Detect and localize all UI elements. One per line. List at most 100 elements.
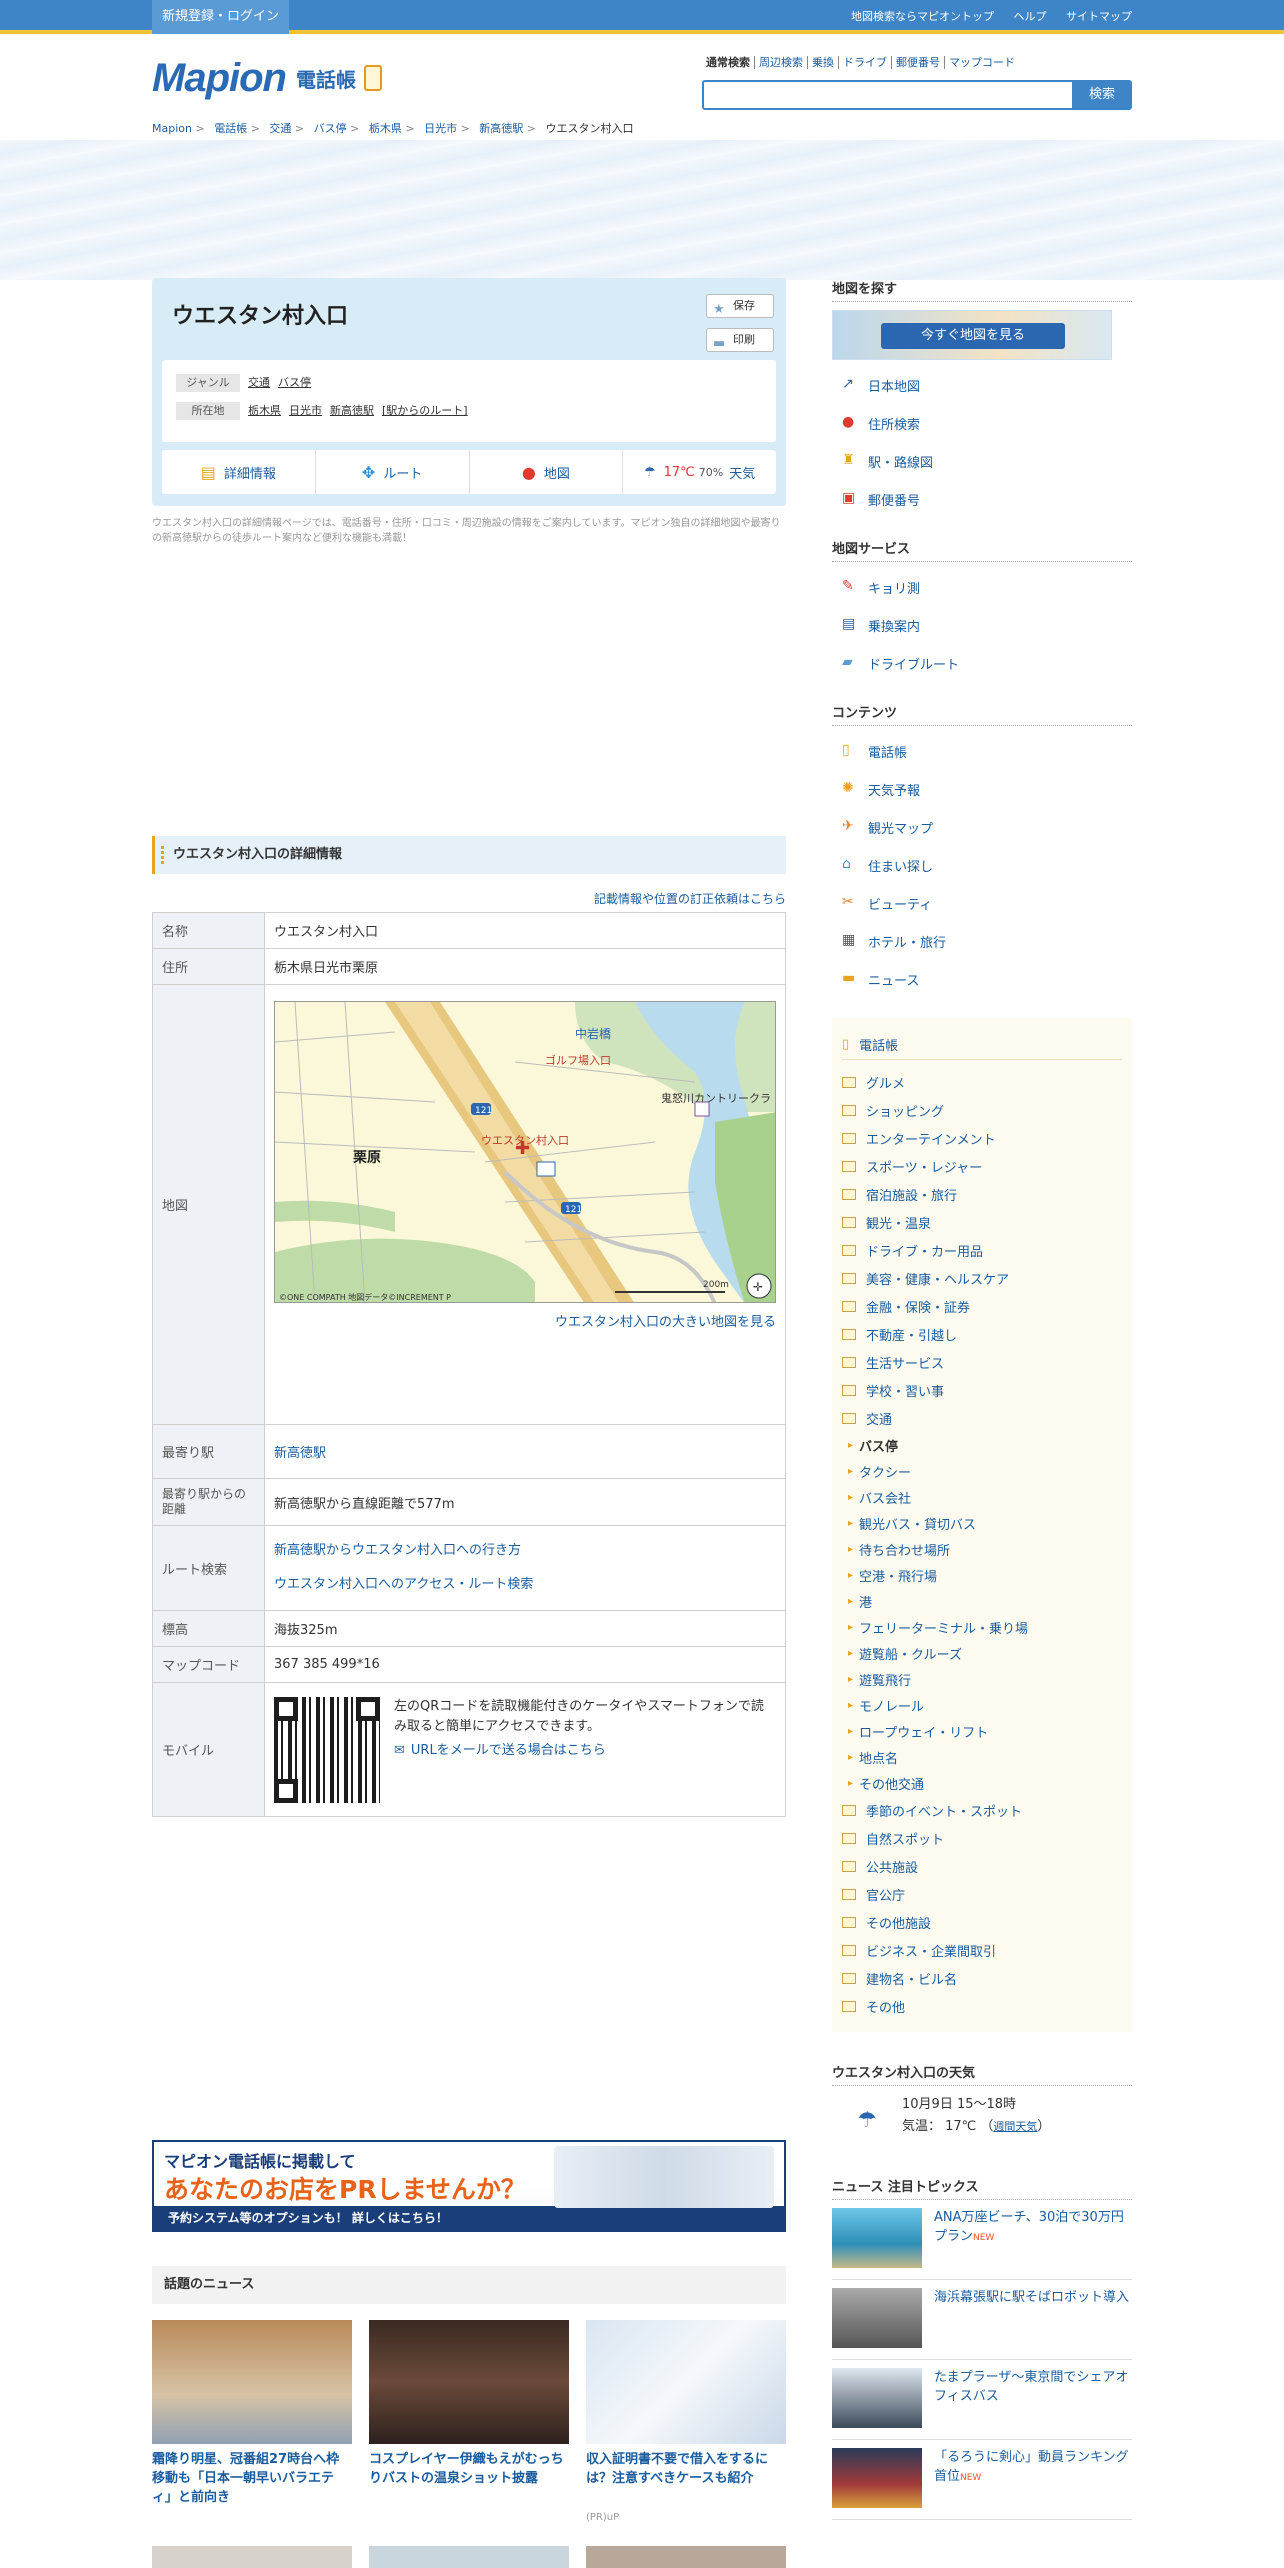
- category-item[interactable]: 不動産・引越し: [842, 1320, 1122, 1348]
- topic-item[interactable]: たまプラーザ〜東京間でシェアオフィスバス: [832, 2360, 1132, 2440]
- search-tab-nearby[interactable]: 周辺検索: [755, 56, 808, 69]
- category-item[interactable]: 観光・温泉: [842, 1208, 1122, 1236]
- top-link-help[interactable]: ヘルプ: [1014, 10, 1047, 23]
- search-button[interactable]: 検索: [1072, 80, 1132, 110]
- open-map-button[interactable]: 今すぐ地図を見る: [832, 310, 1112, 360]
- search-tab-mapcode[interactable]: マップコード: [945, 56, 1019, 69]
- category-item[interactable]: 交通: [842, 1404, 1122, 1432]
- map-image[interactable]: 中岩橋 ゴルフ場入口 鬼怒川カントリークラ 栗原 ウエスタン村入口 121 12…: [274, 1001, 776, 1303]
- genre-link[interactable]: 交通: [248, 376, 270, 389]
- menu-map[interactable]: ● 地図: [468, 450, 623, 494]
- category-item[interactable]: 季節のイベント・スポット: [842, 1796, 1122, 1824]
- subcategory-item[interactable]: 遊覧船・クルーズ: [842, 1640, 1122, 1666]
- print-button[interactable]: ▬ 印刷: [706, 328, 774, 352]
- subcategory-item[interactable]: モノレール: [842, 1692, 1122, 1718]
- breadcrumb-item[interactable]: バス停: [314, 122, 347, 135]
- breadcrumb-item[interactable]: Mapion: [152, 122, 192, 135]
- category-item[interactable]: 公共施設: [842, 1852, 1122, 1880]
- category-item[interactable]: 生活サービス: [842, 1348, 1122, 1376]
- transfer-link[interactable]: ▤ 乗換案内: [842, 616, 992, 654]
- save-button[interactable]: ★ 保存: [706, 294, 774, 318]
- topic-item[interactable]: 「るろうに剣心」動員ランキング首位NEW: [832, 2440, 1132, 2520]
- search-tab-normal[interactable]: 通常検索: [702, 56, 755, 69]
- japan-map-link[interactable]: ↗ 日本地図: [842, 376, 992, 414]
- large-map-link[interactable]: ウエスタン村入口の大きい地図を見る: [555, 1315, 776, 1330]
- breadcrumb-item[interactable]: 日光市: [424, 122, 457, 135]
- category-item[interactable]: 金融・保険・証券: [842, 1292, 1122, 1320]
- subcategory-item[interactable]: その他交通: [842, 1770, 1122, 1796]
- subcategory-item[interactable]: フェリーターミナル・乗り場: [842, 1614, 1122, 1640]
- housing-link[interactable]: ⌂ 住まい探し: [842, 856, 992, 894]
- weather-link[interactable]: ✺ 天気予報: [842, 780, 992, 818]
- distance-link[interactable]: ✎ キョリ測: [842, 578, 992, 616]
- address-link[interactable]: 日光市: [289, 404, 322, 417]
- category-item[interactable]: エンターテインメント: [842, 1124, 1122, 1152]
- subcategory-item[interactable]: 遊覧飛行: [842, 1666, 1122, 1692]
- breadcrumb-item[interactable]: 栃木県: [369, 122, 402, 135]
- menu-details[interactable]: ▤ 詳細情報: [162, 450, 315, 494]
- menu-route[interactable]: ✥ ルート: [314, 450, 469, 494]
- subcategory-item[interactable]: ロープウェイ・リフト: [842, 1718, 1122, 1744]
- genre-link[interactable]: バス停: [278, 376, 311, 389]
- category-item[interactable]: ドライブ・カー用品: [842, 1236, 1122, 1264]
- mail-url-link[interactable]: URLをメールで送る場合はこちら: [411, 1743, 606, 1758]
- address-link[interactable]: 新高徳駅: [330, 404, 374, 417]
- search-input[interactable]: [702, 80, 1074, 110]
- station-route-link[interactable]: [駅からのルート]: [382, 404, 468, 417]
- subcategory-item[interactable]: タクシー: [842, 1458, 1122, 1484]
- category-item[interactable]: 自然スポット: [842, 1824, 1122, 1852]
- station-link[interactable]: ♜ 駅・路線図: [842, 452, 992, 490]
- subcategory-item[interactable]: バス停: [842, 1432, 1122, 1458]
- weekly-weather-link[interactable]: 週間天気: [993, 2120, 1037, 2133]
- subcategory-item[interactable]: 待ち合わせ場所: [842, 1536, 1122, 1562]
- subcategory-item[interactable]: 港: [842, 1588, 1122, 1614]
- top-link-sitemap[interactable]: サイトマップ: [1066, 10, 1132, 23]
- site-logo[interactable]: Mapion 電話帳: [152, 50, 382, 106]
- address-link[interactable]: 栃木県: [248, 404, 281, 417]
- login-link[interactable]: 新規登録・ログイン: [152, 0, 290, 34]
- category-item[interactable]: ショッピング: [842, 1096, 1122, 1124]
- news-item[interactable]: 霜降り明星、冠番組27時台へ枠移動も「日本一朝早いバラエティ」と前向き: [152, 2320, 352, 2507]
- subcategory-item[interactable]: 観光バス・貸切バス: [842, 1510, 1122, 1536]
- address-value: 栃木県日光市栗原: [264, 948, 786, 985]
- correction-link[interactable]: 記載情報や位置の訂正依頼はこちら: [594, 890, 786, 907]
- news-item[interactable]: コスプレイヤー伊織もえがむっちりバストの温泉ショット披露: [369, 2320, 569, 2488]
- category-item[interactable]: 建物名・ビル名: [842, 1964, 1122, 1992]
- subcategory-item[interactable]: 地点名: [842, 1744, 1122, 1770]
- topic-item[interactable]: ANA万座ビーチ、30泊で30万円プランNEW: [832, 2200, 1132, 2280]
- subcategory-item[interactable]: 空港・飛行場: [842, 1562, 1122, 1588]
- category-item[interactable]: 美容・健康・ヘルスケア: [842, 1264, 1122, 1292]
- breadcrumb-item[interactable]: 電話帳: [214, 122, 247, 135]
- drive-link[interactable]: ▰ ドライブルート: [842, 654, 992, 692]
- hotel-link[interactable]: ▦ ホテル・旅行: [842, 932, 992, 970]
- category-item[interactable]: 宿泊施設・旅行: [842, 1180, 1122, 1208]
- subcategory-item[interactable]: バス会社: [842, 1484, 1122, 1510]
- station-link[interactable]: 新高徳駅: [274, 1446, 326, 1461]
- category-item[interactable]: ビジネス・企業間取引: [842, 1936, 1122, 1964]
- news-item[interactable]: 収入証明書不要で借入をするには？注意すべきケースも紹介: [586, 2320, 786, 2488]
- topic-item[interactable]: 海浜幕張駅に駅そばロボット導入: [832, 2280, 1132, 2360]
- menu-weather[interactable]: ☂ 17℃ 70% 天気: [622, 450, 776, 494]
- search-tab-drive[interactable]: ドライブ: [839, 56, 892, 69]
- category-item[interactable]: 官公庁: [842, 1880, 1122, 1908]
- address-search-link[interactable]: ● 住所検索: [842, 414, 992, 452]
- breadcrumb-item[interactable]: 交通: [269, 122, 291, 135]
- category-head[interactable]: ▯ 電話帳: [842, 1030, 1122, 1060]
- beauty-link[interactable]: ✂ ビューティ: [842, 894, 992, 932]
- postal-link[interactable]: ▣ 郵便番号: [842, 490, 992, 528]
- search-tab-postal[interactable]: 郵便番号: [892, 56, 945, 69]
- category-item[interactable]: グルメ: [842, 1068, 1122, 1096]
- breadcrumb-item[interactable]: 新高徳駅: [479, 122, 523, 135]
- news-link[interactable]: ▬ ニュース: [842, 970, 992, 1008]
- pr-banner[interactable]: マピオン電話帳に掲載して あなたのお店をPRしませんか？ 予約システム等のオプシ…: [152, 2140, 786, 2232]
- search-tab-transit[interactable]: 乗換: [808, 56, 839, 69]
- route-link-from-station[interactable]: 新高徳駅からウエスタン村入口への行き方: [274, 1543, 521, 1558]
- category-item[interactable]: その他: [842, 1992, 1122, 2020]
- category-item[interactable]: その他施設: [842, 1908, 1122, 1936]
- category-item[interactable]: 学校・習い事: [842, 1376, 1122, 1404]
- phonebook-link[interactable]: ▯ 電話帳: [842, 742, 992, 780]
- top-link-mapion[interactable]: 地図検索ならマピオントップ: [851, 10, 994, 23]
- category-item[interactable]: スポーツ・レジャー: [842, 1152, 1122, 1180]
- tourism-link[interactable]: ✈ 観光マップ: [842, 818, 992, 856]
- route-link-access[interactable]: ウエスタン村入口へのアクセス・ルート検索: [274, 1577, 533, 1592]
